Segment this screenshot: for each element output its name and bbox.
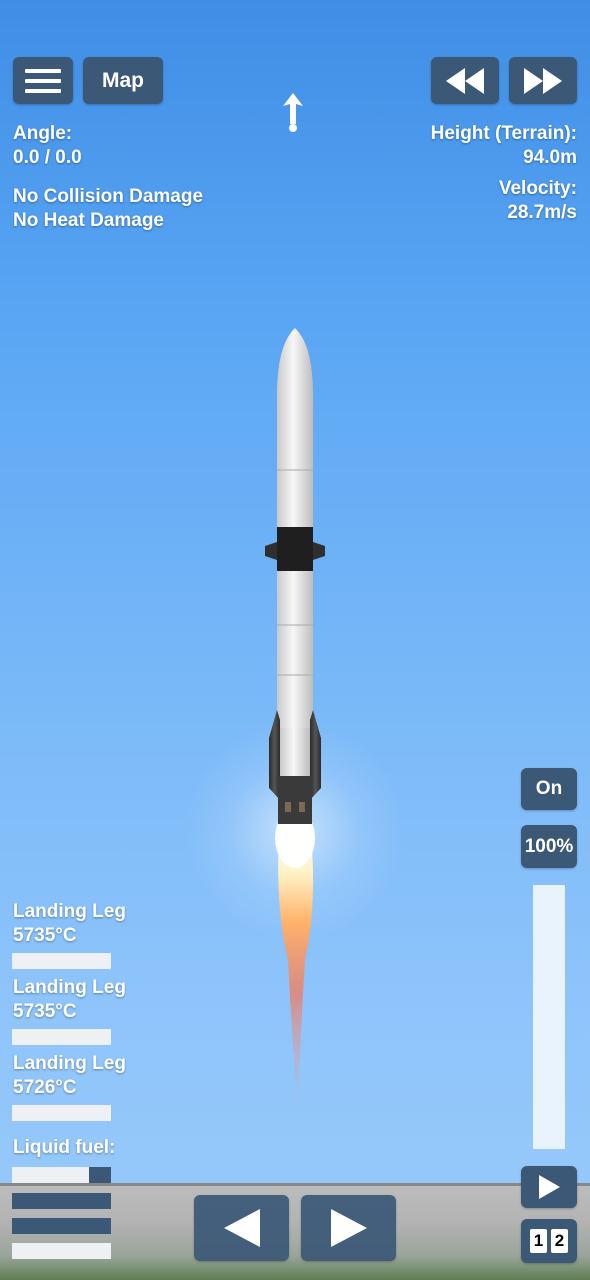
- rotate-left-button[interactable]: [194, 1195, 289, 1261]
- first-stage: [277, 571, 313, 731]
- engine-toggle-label: On: [535, 778, 563, 799]
- nose-cone: [277, 328, 313, 455]
- upper-stage: [277, 455, 313, 528]
- speed-up-button[interactable]: [509, 57, 577, 104]
- part-heat-bar: [12, 1029, 111, 1045]
- engine-section: [278, 776, 312, 824]
- heat-damage-status: No Heat Damage: [13, 210, 164, 231]
- throttle-percent-label: 100%: [524, 835, 574, 857]
- stage-number: 2: [551, 1229, 568, 1253]
- stage-number: 1: [530, 1229, 547, 1253]
- part-temperature: 5735°C: [13, 925, 77, 946]
- throttle-slider[interactable]: [533, 885, 565, 1149]
- angle-label: Angle:: [13, 123, 73, 144]
- slow-down-button[interactable]: [431, 57, 499, 104]
- fuel-label: Liquid fuel:: [13, 1137, 116, 1158]
- play-icon: [539, 1175, 560, 1199]
- stage-activate-button[interactable]: [521, 1166, 577, 1208]
- part-temperature: 5735°C: [13, 1001, 77, 1022]
- part-heat-bar: [12, 1105, 111, 1121]
- throttle-percent-button[interactable]: 100%: [521, 825, 577, 868]
- menu-button[interactable]: [13, 57, 73, 104]
- fuel-gauge: [12, 1167, 111, 1183]
- rotate-right-button[interactable]: [301, 1195, 396, 1261]
- part-heat-bar: [12, 953, 111, 969]
- engine-toggle-button[interactable]: On: [521, 768, 577, 810]
- map-button[interactable]: Map: [83, 57, 163, 104]
- velocity-value: 28.7m/s: [507, 202, 577, 223]
- map-button-label: Map: [102, 68, 144, 92]
- direction-arrow-icon: [283, 93, 303, 132]
- interstage: [277, 527, 313, 571]
- stage-selector-button[interactable]: 1 2: [521, 1219, 577, 1263]
- part-temperature: 5726°C: [13, 1077, 77, 1098]
- fuel-gauge-fill: [12, 1167, 90, 1183]
- stage-list-item[interactable]: [12, 1218, 111, 1234]
- fast-forward-icon: [524, 67, 562, 94]
- part-name: Landing Leg: [13, 1053, 126, 1074]
- triangle-left-icon: [223, 1209, 260, 1247]
- velocity-label: Velocity:: [498, 178, 577, 199]
- rewind-icon: [446, 67, 484, 94]
- height-value: 94.0m: [523, 147, 577, 168]
- angle-value: 0.0 / 0.0: [13, 147, 82, 168]
- collision-damage-status: No Collision Damage: [13, 186, 204, 207]
- hamburger-icon: [25, 68, 61, 93]
- stage-list-item[interactable]: [12, 1243, 111, 1259]
- part-name: Landing Leg: [13, 977, 126, 998]
- part-name: Landing Leg: [13, 901, 126, 922]
- triangle-right-icon: [330, 1209, 367, 1247]
- stage-list-item[interactable]: [12, 1193, 111, 1209]
- height-label: Height (Terrain):: [430, 123, 577, 144]
